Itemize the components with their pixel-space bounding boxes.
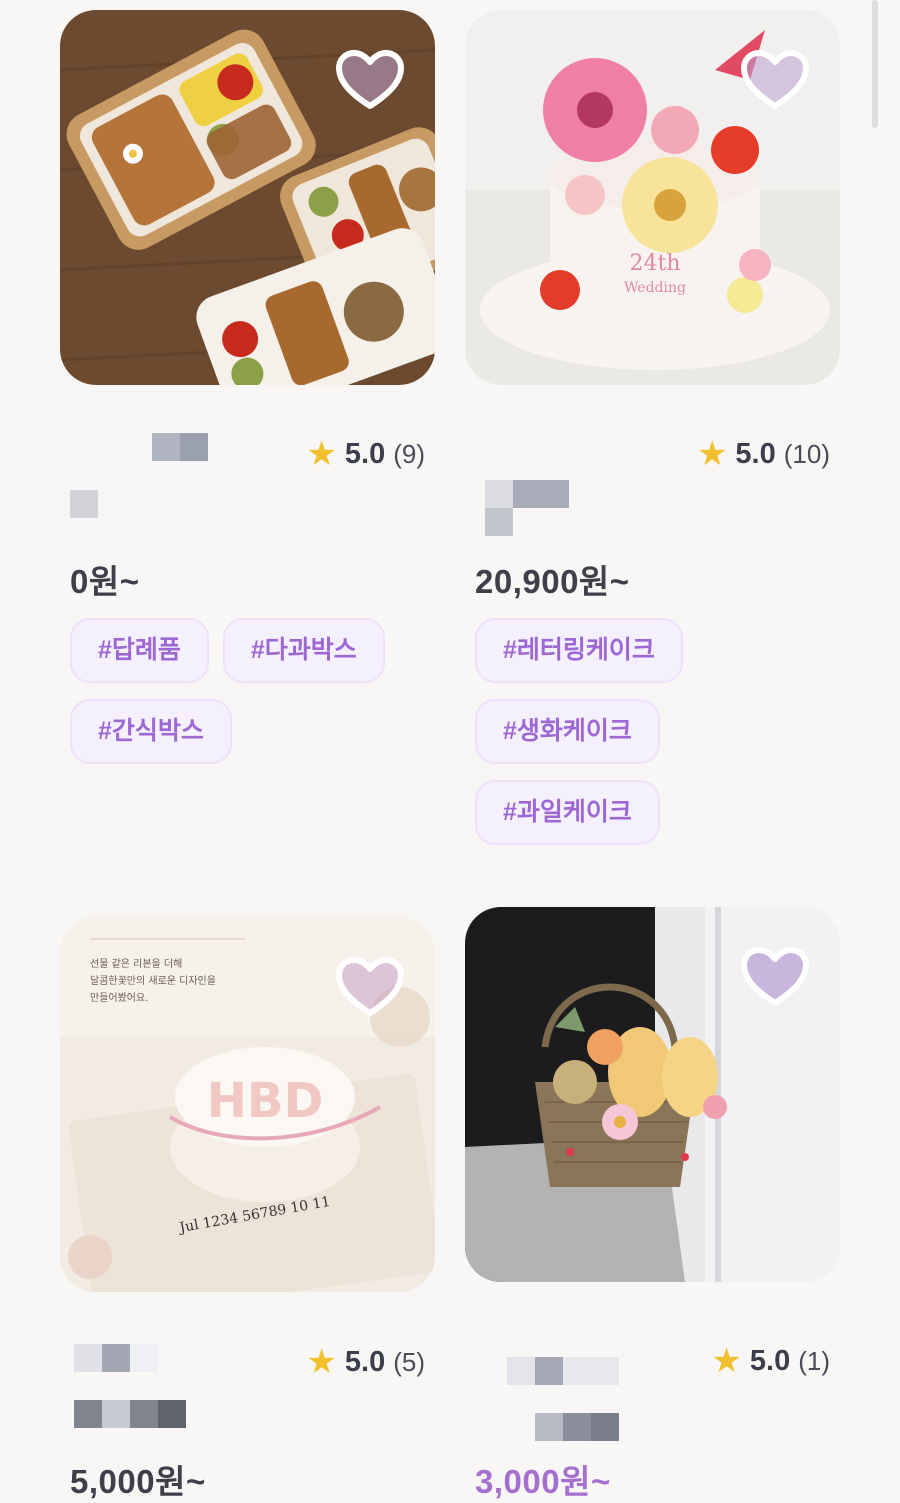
shop-name-redacted: [507, 1357, 619, 1385]
tag-list: #답례품 #다과박스 #간식박스: [70, 618, 430, 780]
price: 20,900원~: [475, 563, 630, 600]
cake-text: HBD: [207, 1073, 324, 1129]
product-name-redacted: [74, 1400, 186, 1428]
product-image[interactable]: 24th Wedding: [465, 10, 840, 385]
review-count: (5): [393, 1346, 425, 1377]
star-icon: ★: [711, 1342, 742, 1380]
scrollbar[interactable]: [872, 0, 878, 128]
rating-value: 5.0: [344, 1345, 386, 1378]
svg-text:Wedding: Wedding: [624, 280, 686, 296]
tag-chip[interactable]: #간식박스: [70, 699, 232, 764]
tag-chip[interactable]: #생화케이크: [475, 699, 660, 764]
rating-value: 5.0: [344, 437, 386, 470]
shop-name-redacted: [152, 433, 208, 461]
product-name-redacted: [535, 1413, 619, 1441]
heart-icon[interactable]: [740, 947, 810, 1009]
star-icon: ★: [306, 435, 337, 473]
star-icon: ★: [696, 435, 728, 473]
tag-list: #레터링케이크 #생화케이크 #과일케이크: [475, 618, 775, 861]
heart-icon[interactable]: [335, 957, 405, 1019]
rating: ★ 5.0 (1): [711, 1344, 830, 1378]
rating-value: 5.0: [749, 1344, 791, 1377]
tag-chip[interactable]: #다과박스: [222, 618, 385, 683]
tag-chip[interactable]: #답례품: [70, 618, 209, 683]
product-image[interactable]: [60, 10, 435, 385]
rating-value: 5.0: [735, 437, 776, 470]
tag-chip[interactable]: #과일케이크: [475, 780, 660, 845]
product-image[interactable]: [465, 907, 840, 1282]
photo-caption-line: 선물 같은 리본을 더해: [90, 957, 182, 970]
review-count: (9): [393, 438, 425, 469]
review-count: (1): [798, 1345, 830, 1376]
review-count: (10): [783, 438, 830, 469]
rating: ★ 5.0 (5): [306, 1345, 425, 1379]
product-name-redacted: [485, 480, 569, 536]
svg-text:24th: 24th: [629, 251, 680, 276]
rating: ★ 5.0 (10): [697, 437, 830, 471]
price: 3,000원~: [475, 1463, 611, 1500]
star-icon: ★: [306, 1343, 337, 1381]
product-image[interactable]: 선물 같은 리본을 더해 달콤한꽃만의 새로운 디자인을 만들어봤어요. HBD…: [60, 917, 435, 1292]
heart-icon[interactable]: [740, 50, 810, 112]
tag-chip[interactable]: #레터링케이크: [475, 618, 683, 683]
photo-caption-line: 달콤한꽃만의 새로운 디자인을: [90, 975, 216, 987]
price: 5,000원~: [70, 1463, 206, 1500]
shop-name-redacted: [74, 1344, 158, 1372]
product-name-redacted: [70, 490, 98, 518]
rating: ★ 5.0 (9): [306, 437, 425, 471]
photo-caption-line: 만들어봤어요.: [90, 992, 148, 1004]
price: 0원~: [70, 563, 140, 600]
heart-icon[interactable]: [335, 50, 405, 112]
